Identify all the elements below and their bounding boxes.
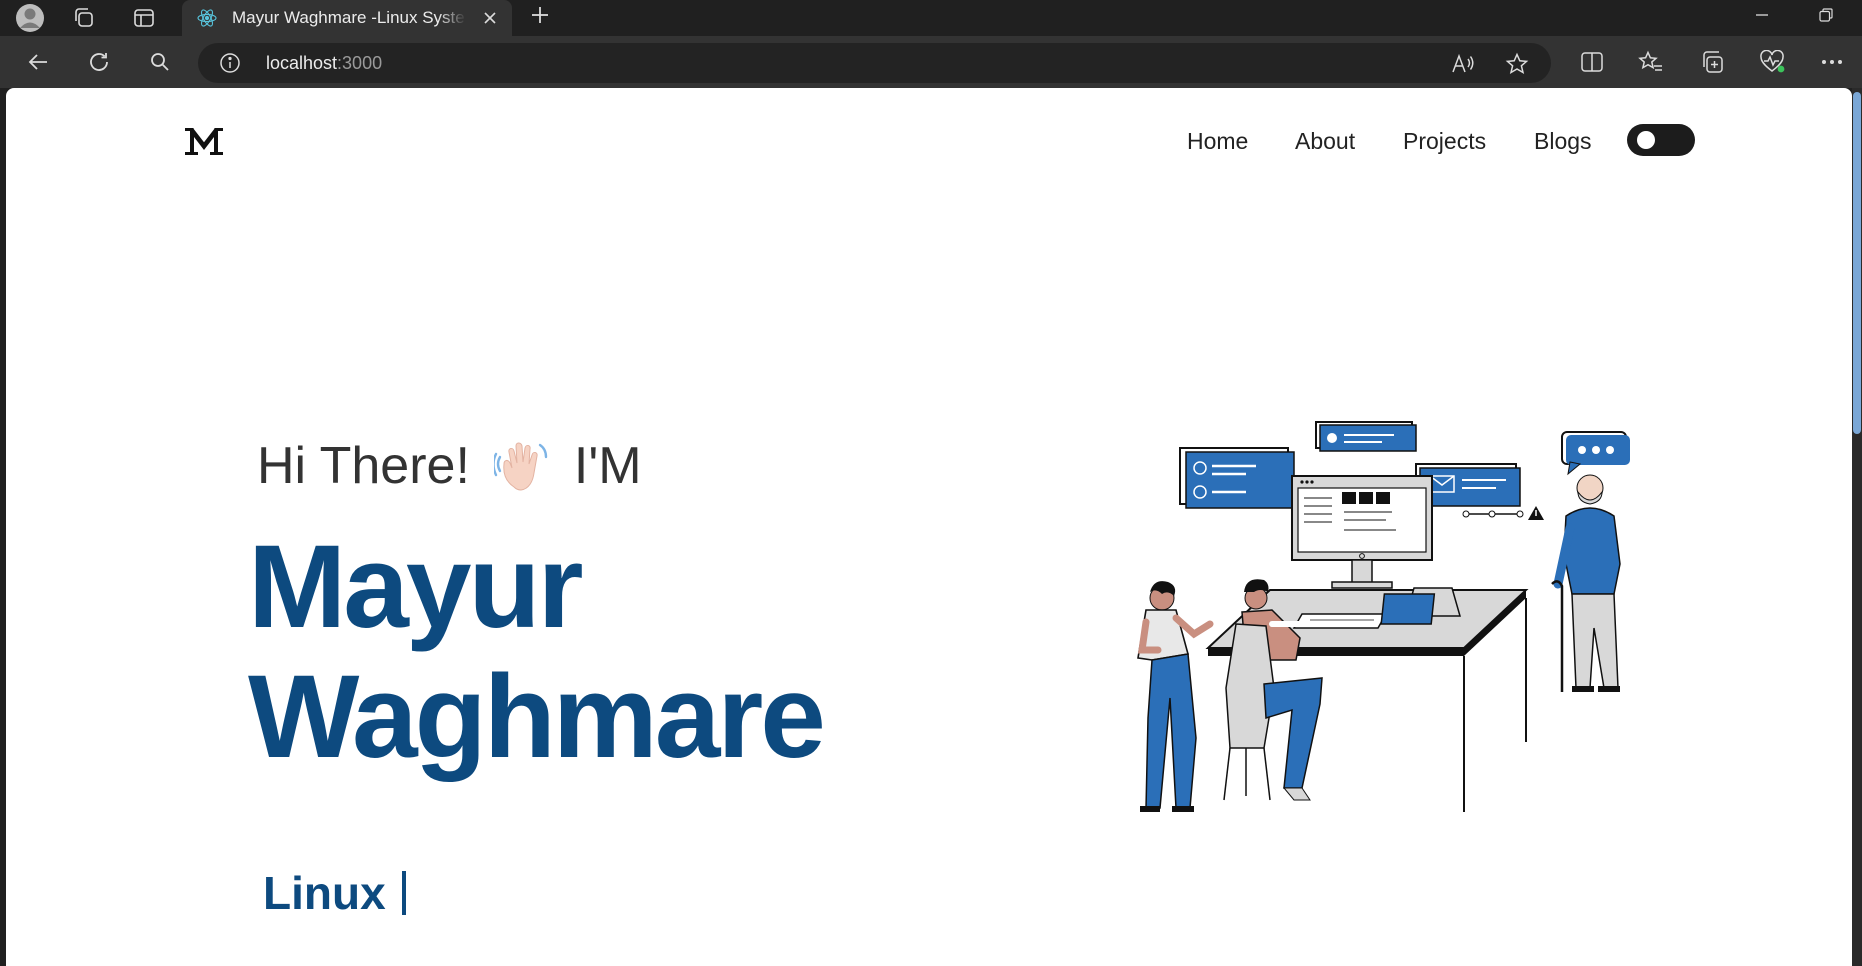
refresh-icon bbox=[90, 53, 108, 71]
url-text[interactable]: localhost:3000 bbox=[266, 53, 382, 74]
restore-button[interactable] bbox=[1796, 0, 1856, 30]
tab-title: Mayur Waghmare -Linux System Administrat… bbox=[232, 8, 466, 27]
more-dots-icon bbox=[1822, 60, 1842, 64]
settings-menu-button[interactable] bbox=[1814, 44, 1850, 80]
plus-icon bbox=[532, 7, 548, 23]
back-arrow-icon bbox=[28, 54, 47, 70]
hero-first-name: Mayur bbox=[248, 521, 584, 653]
active-tab[interactable]: Mayur Waghmare -Linux System Administrat… bbox=[182, 0, 512, 36]
slider-widget bbox=[1462, 506, 1544, 520]
profile-avatar-icon bbox=[16, 4, 44, 32]
greeting-text: Hi There! bbox=[257, 437, 470, 495]
site-logo[interactable] bbox=[182, 122, 226, 158]
scrollbar-thumb[interactable] bbox=[1853, 92, 1861, 434]
theme-toggle[interactable] bbox=[1627, 124, 1695, 156]
back-button[interactable] bbox=[18, 42, 58, 82]
favorite-star-icon[interactable] bbox=[1502, 49, 1532, 79]
info-icon[interactable] bbox=[218, 51, 242, 75]
react-icon bbox=[196, 7, 218, 29]
collections-button[interactable] bbox=[1694, 44, 1730, 80]
elderly-person bbox=[1551, 474, 1621, 692]
split-screen-button[interactable] bbox=[1574, 44, 1610, 80]
hero-last-name: Waghmare bbox=[248, 651, 826, 783]
chat-panel-left bbox=[1179, 447, 1295, 509]
minimize-icon bbox=[1756, 14, 1768, 16]
typed-role-text: Linux bbox=[263, 867, 386, 919]
hero-illustration bbox=[1137, 421, 1630, 812]
typewriter-role: Linux bbox=[263, 866, 406, 920]
new-tab-button[interactable] bbox=[524, 0, 556, 30]
speech-bubble bbox=[1561, 431, 1630, 476]
browser-toolbar: localhost:3000 bbox=[0, 36, 1862, 88]
browser-essentials-button[interactable] bbox=[1755, 44, 1791, 80]
close-icon[interactable] bbox=[478, 6, 502, 30]
read-aloud-icon[interactable] bbox=[1448, 49, 1478, 79]
nav-home-link[interactable]: Home bbox=[1187, 128, 1248, 155]
nav-projects-link[interactable]: Projects bbox=[1403, 128, 1486, 155]
theme-toggle-knob bbox=[1637, 131, 1655, 149]
minimize-button[interactable] bbox=[1732, 0, 1792, 30]
vertical-tabs-icon bbox=[134, 9, 154, 27]
address-bar[interactable]: localhost:3000 bbox=[198, 43, 1551, 83]
typing-cursor bbox=[401, 871, 406, 915]
greeting-im-text: I'M bbox=[573, 437, 642, 495]
workspaces-icon bbox=[75, 8, 93, 27]
profile-button[interactable] bbox=[6, 0, 54, 36]
waving-hand-icon bbox=[493, 442, 548, 491]
hero-greeting: Hi There! I'M bbox=[257, 436, 642, 496]
browser-tab-bar: Mayur Waghmare -Linux System Administrat… bbox=[0, 0, 1862, 36]
check-panel-top bbox=[1315, 421, 1417, 452]
computer-monitor bbox=[1291, 475, 1433, 589]
refresh-button[interactable] bbox=[79, 42, 119, 82]
search-icon bbox=[151, 53, 169, 71]
tab-actions-button[interactable] bbox=[120, 0, 168, 36]
favorites-button[interactable] bbox=[1633, 44, 1669, 80]
restore-icon bbox=[1819, 8, 1833, 22]
collections-icon bbox=[1703, 51, 1723, 73]
search-button[interactable] bbox=[140, 42, 180, 82]
nav-about-link[interactable]: About bbox=[1295, 128, 1355, 155]
favorites-list-icon bbox=[1638, 50, 1662, 71]
heart-pulse-icon bbox=[1760, 50, 1785, 73]
page-viewport: Home About Projects Blogs Hi There! I'M … bbox=[6, 88, 1852, 966]
standing-person bbox=[1137, 581, 1214, 812]
split-screen-icon bbox=[1581, 52, 1603, 72]
workspaces-button[interactable] bbox=[60, 0, 108, 36]
nav-blogs-link[interactable]: Blogs bbox=[1534, 128, 1592, 155]
